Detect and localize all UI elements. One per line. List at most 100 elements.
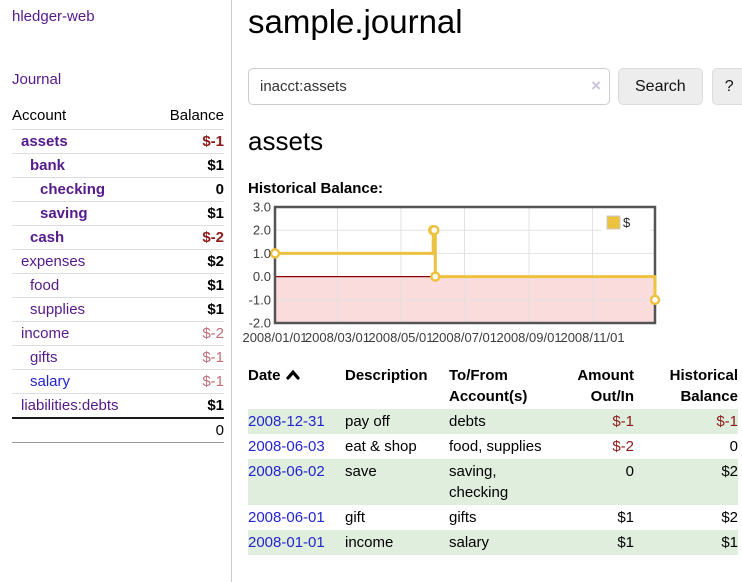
account-balance: $1: [153, 274, 225, 298]
account-link[interactable]: cash: [30, 229, 64, 246]
account-balance: $1: [153, 154, 225, 178]
transaction-row: 2008-12-31pay offdebts$-1$-1: [248, 409, 738, 434]
transaction-accounts: salary: [449, 530, 561, 555]
sort-ascending-icon: [286, 369, 300, 380]
transaction-balance: $2: [644, 505, 738, 530]
transaction-accounts: debts: [449, 409, 561, 434]
accounts-total-spacer: [12, 418, 153, 443]
y-tick-label: 2.0: [253, 223, 271, 238]
x-tick-label: 2008/05/01: [368, 330, 433, 345]
data-point-marker: [431, 273, 439, 281]
account-row: checking0: [12, 178, 224, 202]
account-row: cash $-2: [12, 226, 224, 250]
transaction-row: 2008-01-01incomesalary$1$1: [248, 530, 738, 555]
transaction-balance: 0: [644, 434, 738, 459]
account-row: bank $1: [12, 154, 224, 178]
account-link[interactable]: saving: [40, 205, 88, 222]
transaction-date-link[interactable]: 2008-06-01: [248, 509, 325, 526]
page-title: sample.journal: [248, 0, 742, 44]
legend-label: $: [623, 215, 631, 230]
y-tick-label: 3.0: [253, 200, 271, 215]
transaction-amount: $1: [561, 530, 644, 555]
account-row: supplies $1: [12, 298, 224, 322]
account-link[interactable]: bank: [30, 157, 65, 174]
accounts-total-value: 0: [153, 418, 225, 443]
x-tick-label: 2008/09/01: [496, 330, 561, 345]
search-help-button[interactable]: ?: [712, 68, 742, 105]
transaction-amount: $-2: [561, 434, 644, 459]
transaction-date-link[interactable]: 2008-01-01: [248, 534, 325, 551]
account-balance: $-1: [153, 370, 225, 394]
y-tick-label: -2.0: [249, 316, 271, 331]
transaction-amount: $-1: [561, 409, 644, 434]
data-point-marker: [430, 226, 438, 234]
historical-balance-label: Historical Balance:: [248, 180, 742, 197]
transaction-description: eat & shop: [345, 434, 449, 459]
account-link[interactable]: checking: [40, 181, 105, 198]
account-link[interactable]: salary: [30, 373, 70, 390]
account-row: saving$1: [12, 202, 224, 226]
clear-search-icon[interactable]: ×: [591, 76, 601, 96]
accounts-header-balance: Balance: [153, 104, 225, 130]
x-tick-label: 2008/03/01: [305, 330, 370, 345]
transaction-description: gift: [345, 505, 449, 530]
transaction-date-link[interactable]: 2008-12-31: [248, 413, 325, 430]
account-link[interactable]: assets: [21, 133, 68, 150]
y-tick-label: 0.0: [253, 269, 271, 284]
transaction-amount: 0: [561, 459, 644, 505]
app-brand-link[interactable]: hledger-web: [12, 8, 224, 25]
accounts-header-row: Account Balance: [12, 104, 224, 130]
column-header-accounts: To/From Account(s): [449, 363, 561, 409]
column-header-description: Description: [345, 363, 449, 409]
account-link[interactable]: gifts: [30, 349, 58, 366]
column-header-balance: Historical Balance: [644, 363, 738, 409]
transaction-description: pay off: [345, 409, 449, 434]
transaction-date-link[interactable]: 2008-06-02: [248, 463, 325, 480]
data-point-marker: [271, 249, 279, 257]
legend-swatch-icon: [607, 216, 620, 229]
accounts-total-row: 0: [12, 418, 224, 443]
nav-journal-link[interactable]: Journal: [12, 71, 224, 88]
account-balance: $-2: [153, 322, 225, 346]
transaction-accounts: gifts: [449, 505, 561, 530]
transaction-date-link[interactable]: 2008-06-03: [248, 438, 325, 455]
account-balance: $-1: [153, 346, 225, 370]
transaction-balance: $2: [644, 459, 738, 505]
transactions-header-row: Date Description To/From Account(s) Amou…: [248, 363, 738, 409]
account-balance: $-1: [153, 130, 225, 154]
account-link[interactable]: liabilities:debts: [21, 397, 119, 414]
account-row: food $1: [12, 274, 224, 298]
account-balance: $1: [153, 298, 225, 322]
transaction-row: 2008-06-03eat & shopfood, supplies$-20: [248, 434, 738, 459]
column-header-amount: Amount Out/In: [561, 363, 644, 409]
transactions-table: Date Description To/From Account(s) Amou…: [248, 363, 738, 555]
account-row: liabilities:debts $1: [12, 394, 224, 419]
column-header-date: Date: [248, 363, 345, 409]
account-heading: assets: [248, 125, 742, 157]
account-link[interactable]: food: [30, 277, 59, 294]
account-row: income $-2: [12, 322, 224, 346]
account-link[interactable]: income: [21, 325, 69, 342]
account-link[interactable]: supplies: [30, 301, 85, 318]
transaction-description: save: [345, 459, 449, 505]
search-button[interactable]: Search: [618, 68, 703, 105]
search-input[interactable]: [248, 68, 610, 105]
accounts-header-account: Account: [12, 104, 153, 130]
transaction-description: income: [345, 530, 449, 555]
account-balance: $1: [153, 394, 225, 419]
account-row: gifts $-1: [12, 346, 224, 370]
transaction-row: 2008-06-02savesaving, checking0$2: [248, 459, 738, 505]
account-balance: $-2: [153, 226, 225, 250]
y-tick-label: -1.0: [249, 292, 271, 307]
transaction-row: 2008-06-01giftgifts$1$2: [248, 505, 738, 530]
search-input-wrap: ×: [248, 68, 610, 105]
x-tick-label: 2008/07/01: [432, 330, 497, 345]
x-tick-label: 2008/11/01: [560, 330, 624, 345]
account-link[interactable]: expenses: [21, 253, 85, 270]
data-point-marker: [651, 296, 659, 304]
y-tick-label: 1.0: [253, 246, 271, 261]
account-row: assets $-1: [12, 130, 224, 154]
account-row: salary $-1: [12, 370, 224, 394]
main-content: sample.journal × Search ? assets Histori…: [248, 0, 742, 555]
accounts-table: Account Balance assets$-1bank$1checking0…: [12, 104, 224, 443]
